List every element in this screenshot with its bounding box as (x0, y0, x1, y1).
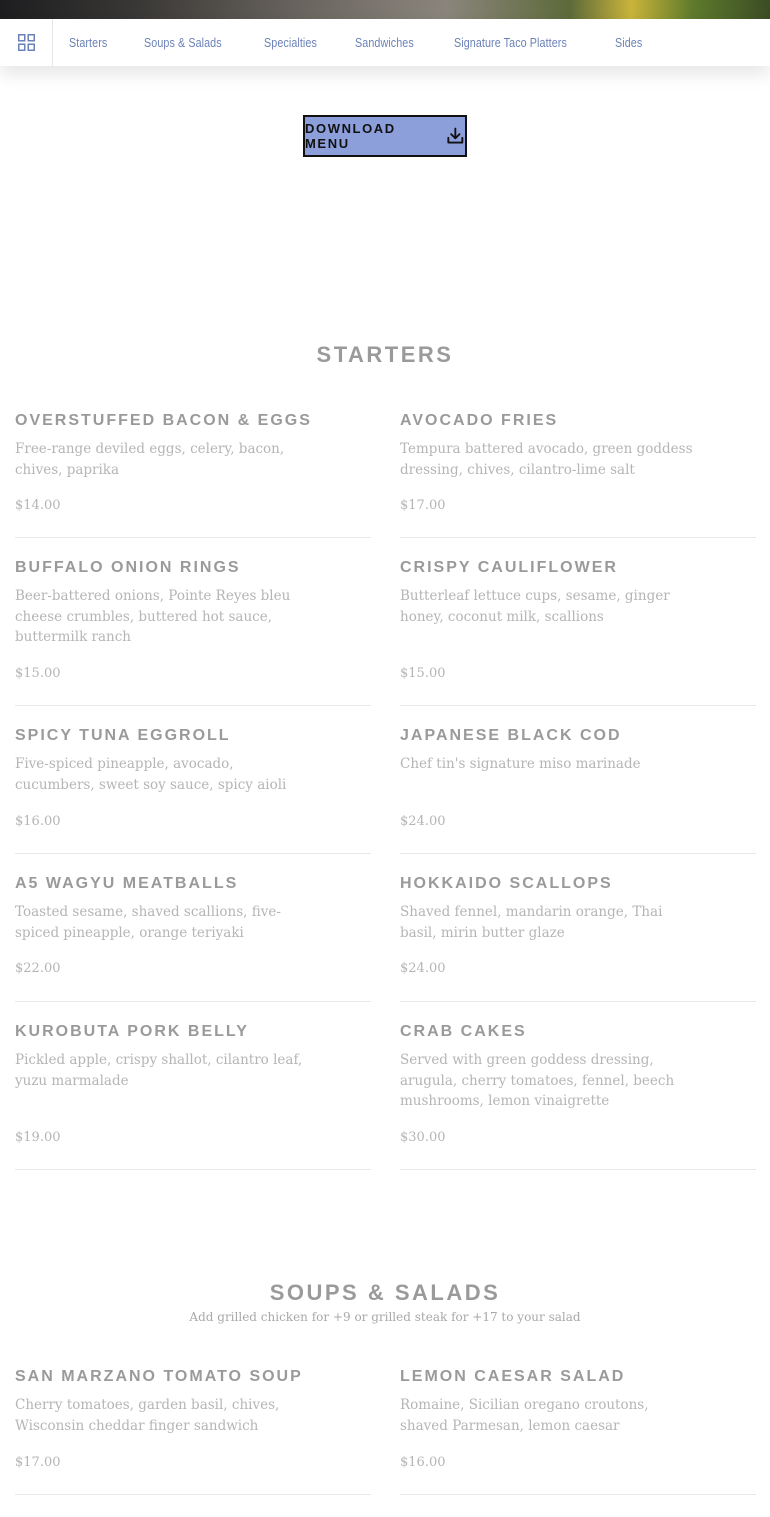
menu-item-price: $19.00 (15, 1130, 61, 1145)
menu-item-description: Toasted sesame, shaved scallions, five-s… (15, 904, 281, 941)
menu-item-description: Cherry tomatoes, garden basil, chives, W… (15, 1397, 280, 1434)
item-divider (15, 1169, 371, 1170)
item-divider (400, 1001, 756, 1002)
menu-item-name: AVOCADO FRIES (400, 412, 559, 429)
menu-item-price: $24.00 (400, 814, 446, 829)
menu-item-description: Pickled apple, crispy shallot, cilantro … (15, 1052, 303, 1089)
nav-link-specialties[interactable]: Specialties (264, 36, 317, 50)
menu-item-description: Beer-battered onions, Pointe Reyes bleu … (15, 588, 291, 645)
menu-item: LEMON CAESAR SALAD Romaine, Sicilian ore… (400, 1367, 756, 1495)
menu-item-description: Shaved fennel, mandarin orange, Thai bas… (400, 904, 663, 941)
menu-item: HOKKAIDO SCALLOPS Shaved fennel, mandari… (400, 874, 756, 1002)
menu-item-price: $22.00 (15, 961, 61, 976)
download-menu-button[interactable]: DOWNLOAD MENU (303, 115, 467, 157)
menu-item-price: $14.00 (15, 498, 61, 513)
grid-view-button[interactable] (0, 19, 53, 66)
menu-item-name: CRAB CAKES (400, 1023, 527, 1040)
nav-link-sides[interactable]: Sides (615, 36, 642, 50)
menu-item-name: CRISPY CAULIFLOWER (400, 559, 618, 576)
menu-item-description: Chef tin's signature miso marinade (400, 756, 641, 772)
nav-link-starters[interactable]: Starters (69, 36, 107, 50)
menu-item: CRISPY CAULIFLOWER Butterleaf lettuce cu… (400, 558, 756, 706)
menu-item-price: $30.00 (400, 1130, 446, 1145)
item-divider (400, 537, 756, 538)
nav-link-sandwiches[interactable]: Sandwiches (355, 36, 414, 50)
menu-item-price: $17.00 (15, 1455, 61, 1470)
menu-item-description: Romaine, Sicilian oregano croutons, shav… (400, 1397, 649, 1434)
menu-item: JAPANESE BLACK COD Chef tin's signature … (400, 726, 756, 854)
download-icon (447, 127, 464, 144)
item-divider (400, 1169, 756, 1170)
menu-item-description: Tempura battered avocado, green goddess … (400, 441, 693, 478)
item-divider (15, 537, 371, 538)
item-divider (15, 853, 371, 854)
menu-item: SAN MARZANO TOMATO SOUP Cherry tomatoes,… (15, 1367, 371, 1495)
menu-item-price: $17.00 (400, 498, 446, 513)
hero-image-strip (0, 0, 770, 19)
menu-item-description: Five-spiced pineapple, avocado, cucumber… (15, 756, 287, 793)
grid-icon (17, 34, 35, 51)
menu-item: SPICY TUNA EGGROLL Five-spiced pineapple… (15, 726, 371, 854)
menu-item-name: OVERSTUFFED BACON & EGGS (15, 412, 312, 429)
menu-item-description: Free-range deviled eggs, celery, bacon, … (15, 441, 285, 478)
item-divider (400, 1494, 756, 1495)
menu-item-name: BUFFALO ONION RINGS (15, 559, 241, 576)
menu-item: CRAB CAKES Served with green goddess dre… (400, 1022, 756, 1170)
menu-item: BUFFALO ONION RINGS Beer-battered onions… (15, 558, 371, 706)
item-divider (400, 705, 756, 706)
item-divider (15, 705, 371, 706)
item-divider (15, 1001, 371, 1002)
menu-item-name: HOKKAIDO SCALLOPS (400, 875, 613, 892)
menu-item-description: Butterleaf lettuce cups, sesame, ginger … (400, 588, 670, 625)
section-title-starters: STARTERS (316, 342, 454, 367)
menu-item-name: KUROBUTA PORK BELLY (15, 1023, 249, 1040)
item-divider (400, 853, 756, 854)
section-title-soups-salads: SOUPS & SALADS (269, 1280, 501, 1305)
menu-item-price: $15.00 (400, 666, 446, 681)
menu-item-price: $16.00 (400, 1455, 446, 1470)
menu-item-name: SAN MARZANO TOMATO SOUP (15, 1368, 303, 1385)
download-menu-label: DOWNLOAD MENU (305, 121, 396, 151)
section-note: Add grilled chicken for +9 or grilled st… (189, 1310, 581, 1324)
menu-item-price: $15.00 (15, 666, 61, 681)
menu-item: AVOCADO FRIES Tempura battered avocado, … (400, 411, 756, 538)
menu-item: A5 WAGYU MEATBALLS Toasted sesame, shave… (15, 874, 371, 1002)
menu-item-name: JAPANESE BLACK COD (400, 727, 622, 744)
menu-item-description: Served with green goddess dressing, arug… (400, 1052, 675, 1109)
item-divider (15, 1494, 371, 1495)
menu-item: OVERSTUFFED BACON & EGGS Free-range devi… (15, 411, 371, 538)
menu-category-nav: Starters Soups & Salads Specialties Sand… (0, 19, 770, 66)
nav-link-signature-taco-platters[interactable]: Signature Taco Platters (454, 36, 567, 50)
nav-link-soups-salads[interactable]: Soups & Salads (144, 36, 222, 50)
menu-item-name: LEMON CAESAR SALAD (400, 1368, 626, 1385)
menu-item-price: $16.00 (15, 814, 61, 829)
menu-item-name: A5 WAGYU MEATBALLS (15, 875, 239, 892)
menu-item-price: $24.00 (400, 961, 446, 976)
menu-item: KUROBUTA PORK BELLY Pickled apple, crisp… (15, 1022, 371, 1170)
menu-item-name: SPICY TUNA EGGROLL (15, 727, 231, 744)
